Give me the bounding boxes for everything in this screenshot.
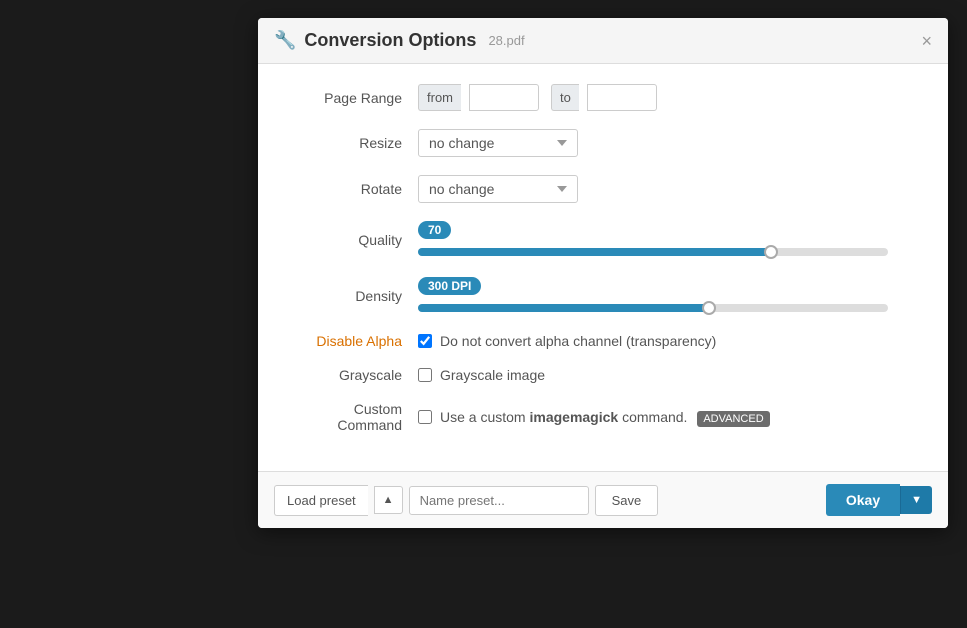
modal-title: 🔧 Conversion Options 28.pdf bbox=[274, 30, 525, 51]
okay-button[interactable]: Okay bbox=[826, 484, 900, 516]
disable-alpha-label: Disable Alpha bbox=[288, 333, 418, 349]
resize-row: Resize no change 25% 50% 75% 100% 150% 2… bbox=[288, 129, 918, 157]
modal-footer: Load preset ▲ Save Okay ▼ bbox=[258, 471, 948, 528]
grayscale-label: Grayscale bbox=[288, 367, 418, 383]
quality-slider-bg bbox=[418, 248, 888, 256]
quality-slider-fill bbox=[418, 248, 771, 256]
custom-command-checkbox[interactable] bbox=[418, 410, 432, 424]
wrench-icon: 🔧 bbox=[274, 30, 296, 51]
custom-command-text-before: Use a custom bbox=[440, 409, 529, 425]
grayscale-checkbox-group: Grayscale image bbox=[418, 367, 545, 383]
conversion-options-modal: 🔧 Conversion Options 28.pdf × Page Range… bbox=[258, 18, 948, 528]
page-range-label: Page Range bbox=[288, 90, 418, 106]
quality-slider-wrapper: 70 bbox=[418, 221, 918, 259]
density-slider-fill bbox=[418, 304, 709, 312]
density-slider-thumb[interactable] bbox=[702, 301, 716, 315]
advanced-badge: ADVANCED bbox=[697, 411, 769, 427]
modal-title-text: Conversion Options bbox=[304, 30, 476, 51]
density-label: Density bbox=[288, 288, 418, 304]
disable-alpha-checkbox-group: Do not convert alpha channel (transparen… bbox=[418, 333, 716, 349]
custom-command-text: Use a custom imagemagick command. ADVANC… bbox=[440, 409, 770, 425]
quality-track bbox=[418, 245, 918, 259]
quality-badge: 70 bbox=[418, 221, 451, 239]
load-preset-button[interactable]: Load preset bbox=[274, 485, 368, 516]
page-range-to-input[interactable] bbox=[587, 84, 657, 111]
rotate-row: Rotate no change 90° 180° 270° bbox=[288, 175, 918, 203]
imagemagick-text: imagemagick bbox=[529, 409, 618, 425]
okay-caret-button[interactable]: ▼ bbox=[900, 486, 932, 514]
grayscale-text: Grayscale image bbox=[440, 367, 545, 383]
footer-right: Okay ▼ bbox=[826, 484, 932, 516]
footer-left: Load preset ▲ Save bbox=[274, 485, 658, 516]
grayscale-checkbox[interactable] bbox=[418, 368, 432, 382]
page-range-row: Page Range from to bbox=[288, 84, 918, 111]
disable-alpha-text: Do not convert alpha channel (transparen… bbox=[440, 333, 716, 349]
rotate-label: Rotate bbox=[288, 181, 418, 197]
to-prefix: to bbox=[551, 84, 579, 111]
quality-row: Quality 70 bbox=[288, 221, 918, 259]
quality-slider-thumb[interactable] bbox=[764, 245, 778, 259]
page-range-group: from to bbox=[418, 84, 657, 111]
custom-command-row: Custom Command Use a custom imagemagick … bbox=[288, 401, 918, 433]
resize-label: Resize bbox=[288, 135, 418, 151]
custom-command-label: Custom Command bbox=[288, 401, 418, 433]
grayscale-row: Grayscale Grayscale image bbox=[288, 367, 918, 383]
close-button[interactable]: × bbox=[921, 32, 932, 50]
disable-alpha-row: Disable Alpha Do not convert alpha chann… bbox=[288, 333, 918, 349]
density-track bbox=[418, 301, 918, 315]
custom-command-checkbox-group: Use a custom imagemagick command. ADVANC… bbox=[418, 409, 770, 425]
load-preset-caret-button[interactable]: ▲ bbox=[374, 486, 403, 514]
save-preset-button[interactable]: Save bbox=[595, 485, 659, 516]
density-slider-bg bbox=[418, 304, 888, 312]
density-slider-wrapper: 300 DPI bbox=[418, 277, 918, 315]
modal-title-file: 28.pdf bbox=[488, 33, 524, 48]
modal-body: Page Range from to Resize no change 25% … bbox=[258, 64, 948, 471]
resize-select[interactable]: no change 25% 50% 75% 100% 150% 200% bbox=[418, 129, 578, 157]
page-range-from-input[interactable] bbox=[469, 84, 539, 111]
rotate-select[interactable]: no change 90° 180° 270° bbox=[418, 175, 578, 203]
modal-header: 🔧 Conversion Options 28.pdf × bbox=[258, 18, 948, 64]
density-badge: 300 DPI bbox=[418, 277, 481, 295]
from-prefix: from bbox=[418, 84, 461, 111]
disable-alpha-checkbox[interactable] bbox=[418, 334, 432, 348]
preset-name-input[interactable] bbox=[409, 486, 589, 515]
quality-label: Quality bbox=[288, 232, 418, 248]
density-row: Density 300 DPI bbox=[288, 277, 918, 315]
custom-command-text-after: command. bbox=[618, 409, 687, 425]
